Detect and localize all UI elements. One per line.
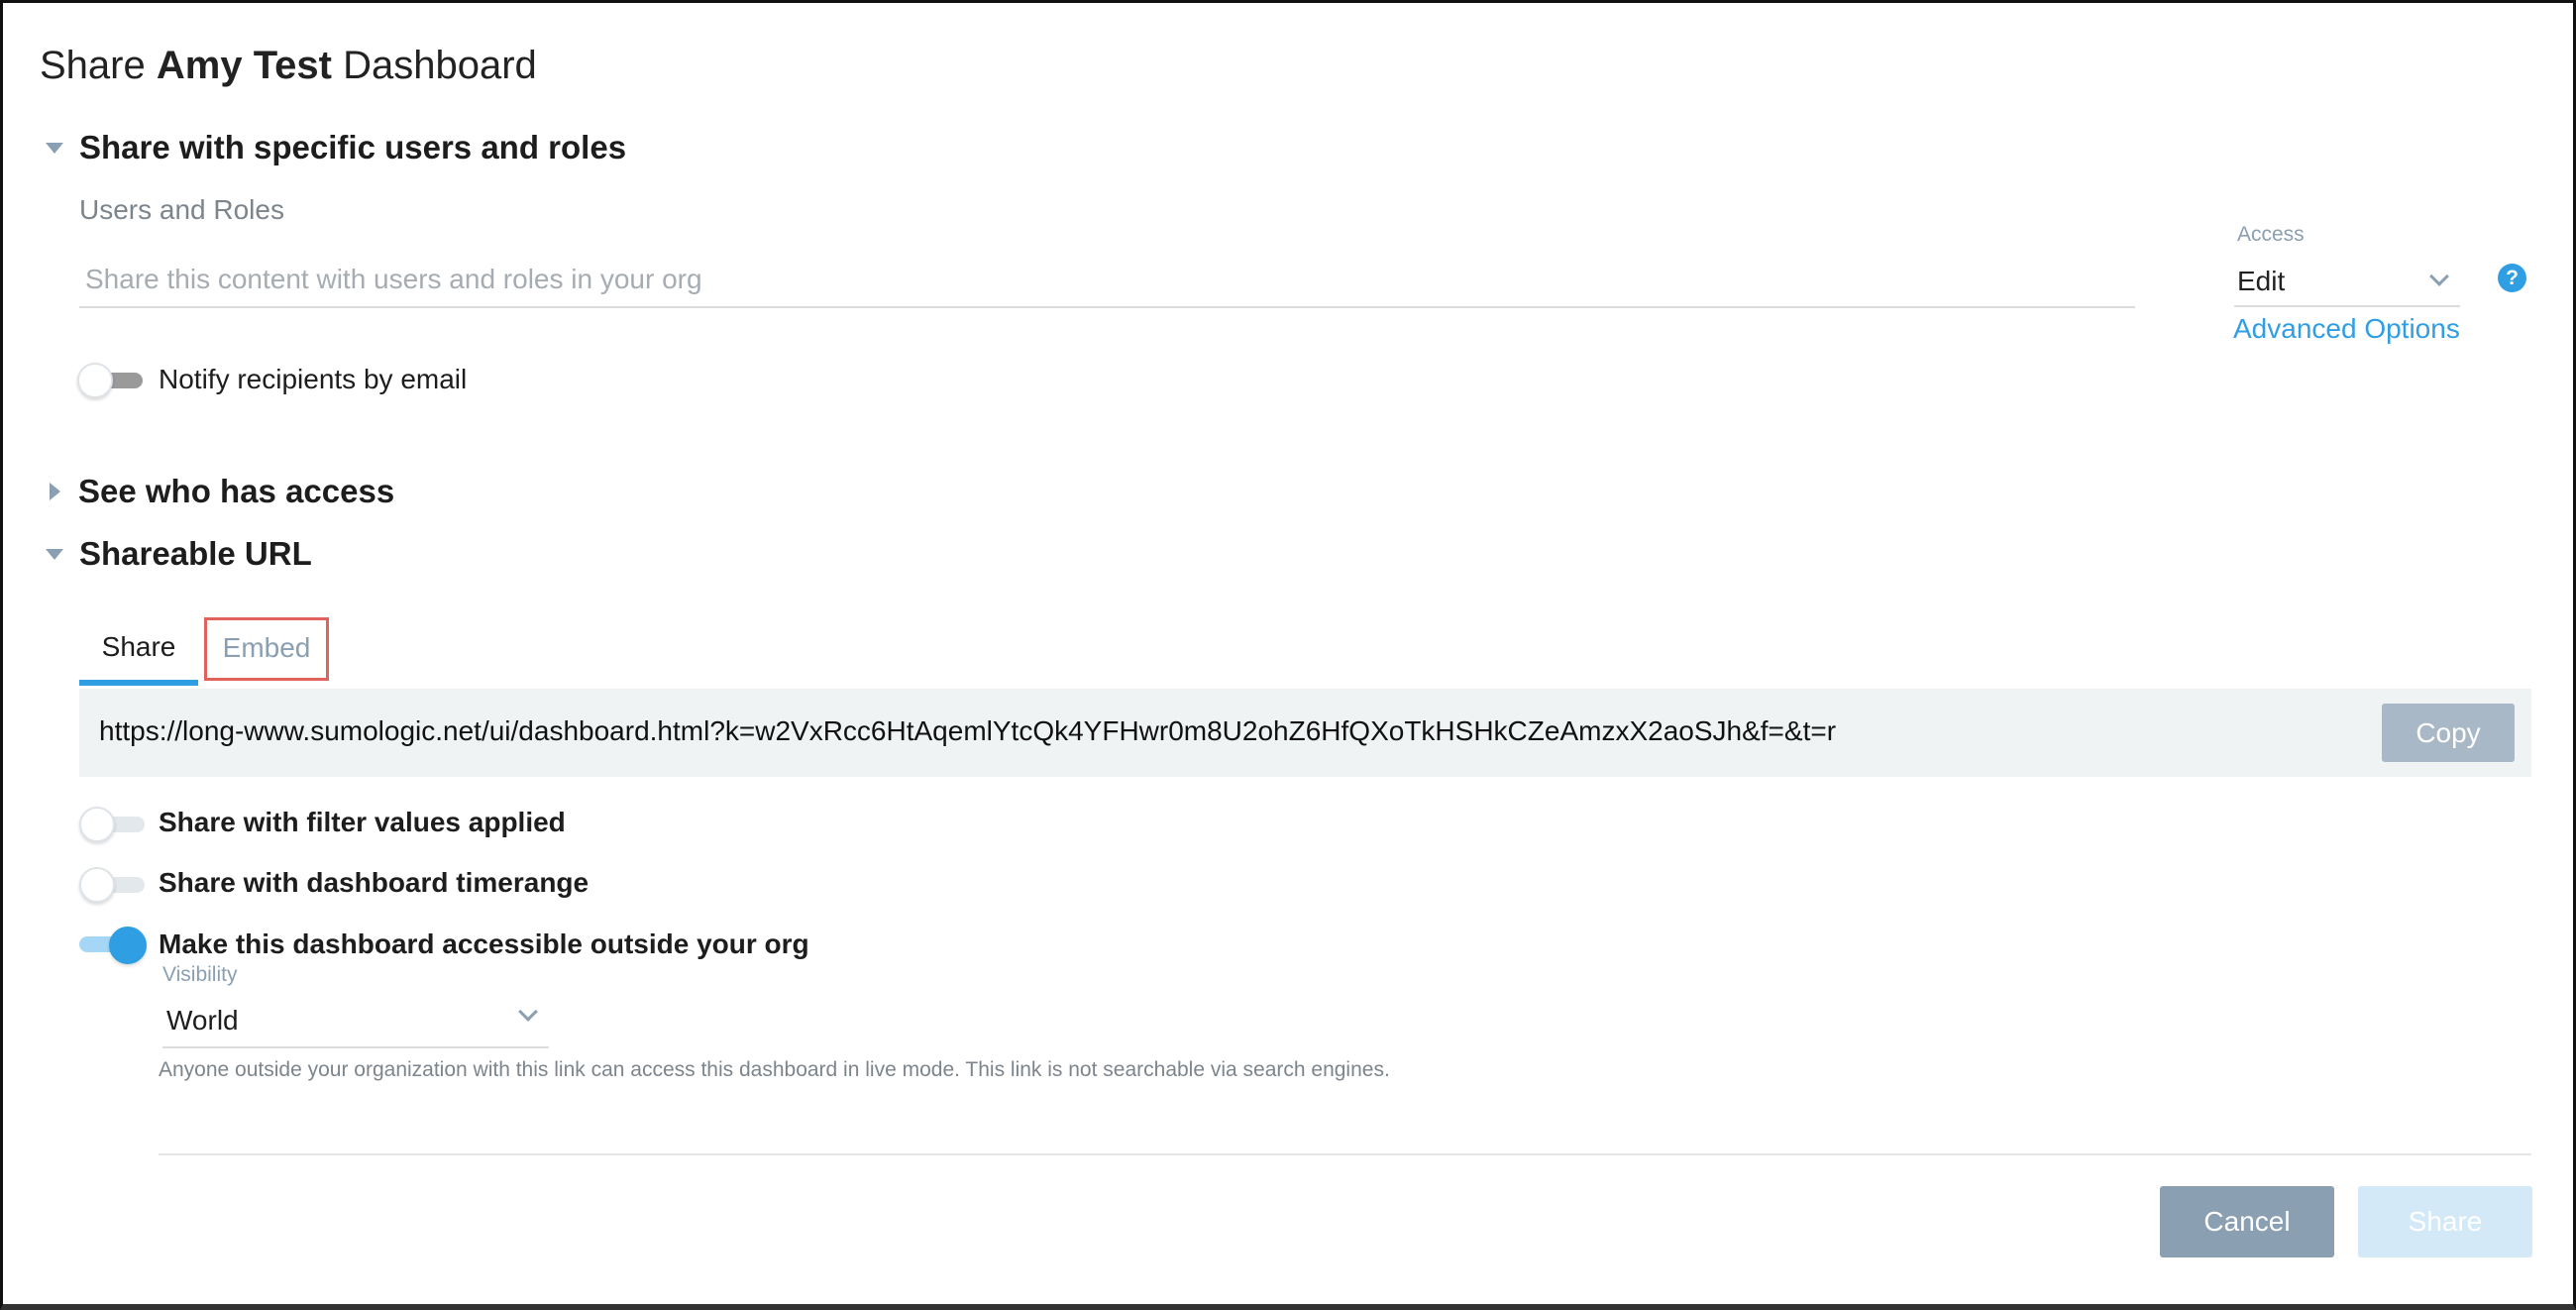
users-roles-label: Users and Roles bbox=[79, 194, 284, 225]
share-dialog bbox=[0, 0, 2576, 1310]
section-specific-users-toggle[interactable]: Share with specific users and roles bbox=[46, 129, 626, 166]
timerange-label: Share with dashboard timerange bbox=[159, 867, 590, 898]
tab-embed[interactable]: Embed bbox=[204, 617, 329, 681]
section-header: Shareable URL bbox=[79, 535, 312, 572]
chevron-down-icon bbox=[518, 1002, 538, 1022]
access-label: Access bbox=[2237, 223, 2305, 246]
visibility-label: Visibility bbox=[162, 963, 238, 986]
filter-values-toggle[interactable] bbox=[79, 807, 145, 842]
advanced-options-link[interactable]: Advanced Options bbox=[2233, 313, 2460, 345]
caret-down-icon bbox=[46, 548, 63, 560]
share-button[interactable]: Share bbox=[2358, 1186, 2532, 1257]
section-header: See who has access bbox=[78, 473, 395, 509]
notify-label: Notify recipients by email bbox=[159, 364, 468, 394]
caret-down-icon bbox=[46, 142, 63, 154]
share-url[interactable]: https://long-www.sumologic.net/ui/dashbo… bbox=[99, 715, 1836, 747]
help-icon[interactable]: ? bbox=[2498, 264, 2526, 292]
copy-button[interactable]: Copy bbox=[2382, 704, 2515, 762]
visibility-select[interactable]: World bbox=[162, 999, 549, 1048]
filter-values-label: Share with filter values applied bbox=[159, 807, 566, 837]
notify-toggle[interactable] bbox=[77, 363, 143, 398]
outside-org-toggle[interactable] bbox=[79, 927, 147, 964]
dialog-title: Share Amy Test Dashboard bbox=[40, 44, 537, 87]
section-shareable-url-toggle[interactable]: Shareable URL bbox=[46, 535, 312, 573]
visibility-help-text: Anyone outside your organization with th… bbox=[159, 1058, 1390, 1081]
access-select[interactable]: Edit bbox=[2234, 260, 2460, 307]
access-value: Edit bbox=[2237, 266, 2286, 296]
chevron-down-icon bbox=[2429, 267, 2449, 286]
users-roles-input[interactable] bbox=[79, 253, 2135, 308]
url-bar: https://long-www.sumologic.net/ui/dashbo… bbox=[79, 689, 2531, 777]
outside-org-label: Make this dashboard accessible outside y… bbox=[159, 928, 809, 959]
caret-right-icon bbox=[50, 483, 60, 500]
section-header: Share with specific users and roles bbox=[79, 129, 627, 165]
cancel-button[interactable]: Cancel bbox=[2160, 1186, 2334, 1257]
tab-share[interactable]: Share bbox=[79, 618, 198, 686]
visibility-value: World bbox=[166, 1005, 239, 1036]
footer-divider bbox=[159, 1153, 2531, 1155]
section-who-has-access-toggle[interactable]: See who has access bbox=[50, 473, 394, 510]
timerange-toggle[interactable] bbox=[79, 867, 145, 903]
